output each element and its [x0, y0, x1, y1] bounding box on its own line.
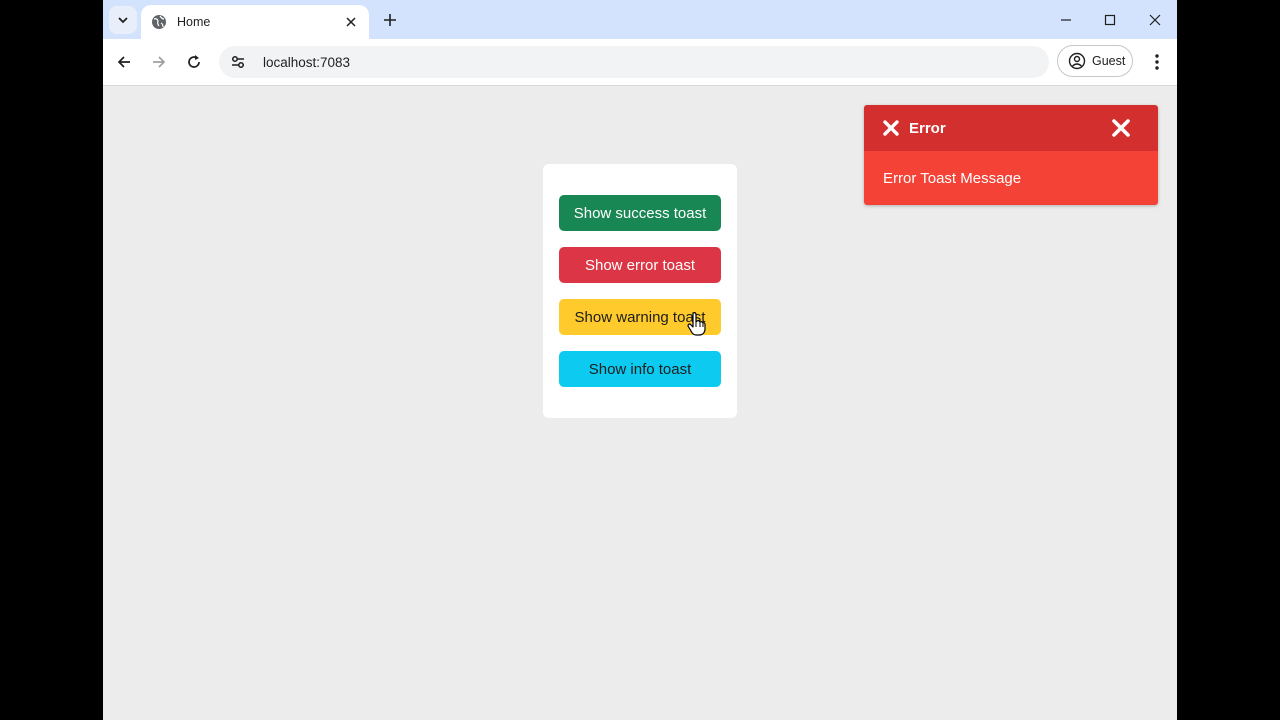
- close-tab-icon[interactable]: [342, 13, 360, 31]
- tab-title: Home: [177, 15, 211, 29]
- profile-button[interactable]: Guest: [1057, 45, 1133, 77]
- toast-close-icon[interactable]: [1111, 118, 1131, 138]
- maximize-icon[interactable]: [1098, 8, 1122, 32]
- close-window-icon[interactable]: [1143, 8, 1167, 32]
- forward-icon[interactable]: [147, 50, 171, 74]
- browser-window: Home localhost:7083 Guest Show success t…: [103, 0, 1177, 720]
- tab-search-button[interactable]: [109, 6, 137, 34]
- toast-title: Error: [909, 119, 946, 137]
- menu-icon[interactable]: [1145, 50, 1169, 74]
- tab-search-icon: [118, 17, 128, 24]
- globe-icon: [151, 14, 167, 30]
- tab-strip: Home: [103, 0, 1177, 39]
- tab-home[interactable]: Home: [141, 5, 369, 39]
- browser-toolbar: localhost:7083 Guest: [103, 39, 1177, 86]
- toast-header: Error: [864, 105, 1158, 151]
- minimize-icon[interactable]: [1054, 8, 1078, 32]
- show-info-toast-button[interactable]: Show info toast: [559, 351, 721, 387]
- toast-demo-card: Show success toast Show error toast Show…: [543, 164, 737, 418]
- back-icon[interactable]: [112, 50, 136, 74]
- reload-icon[interactable]: [182, 50, 206, 74]
- error-toast: Error Error Toast Message: [864, 105, 1158, 205]
- toast-message: Error Toast Message: [864, 151, 1158, 205]
- hand-cursor-icon: [687, 312, 706, 336]
- error-x-icon: [882, 119, 900, 137]
- address-bar[interactable]: localhost:7083: [219, 46, 1049, 78]
- new-tab-icon[interactable]: [379, 9, 401, 31]
- show-success-toast-button[interactable]: Show success toast: [559, 195, 721, 231]
- site-settings-icon[interactable]: [229, 53, 247, 71]
- profile-icon: [1068, 52, 1086, 70]
- profile-label: Guest: [1092, 54, 1126, 68]
- show-error-toast-button[interactable]: Show error toast: [559, 247, 721, 283]
- address-url[interactable]: localhost:7083: [263, 55, 350, 70]
